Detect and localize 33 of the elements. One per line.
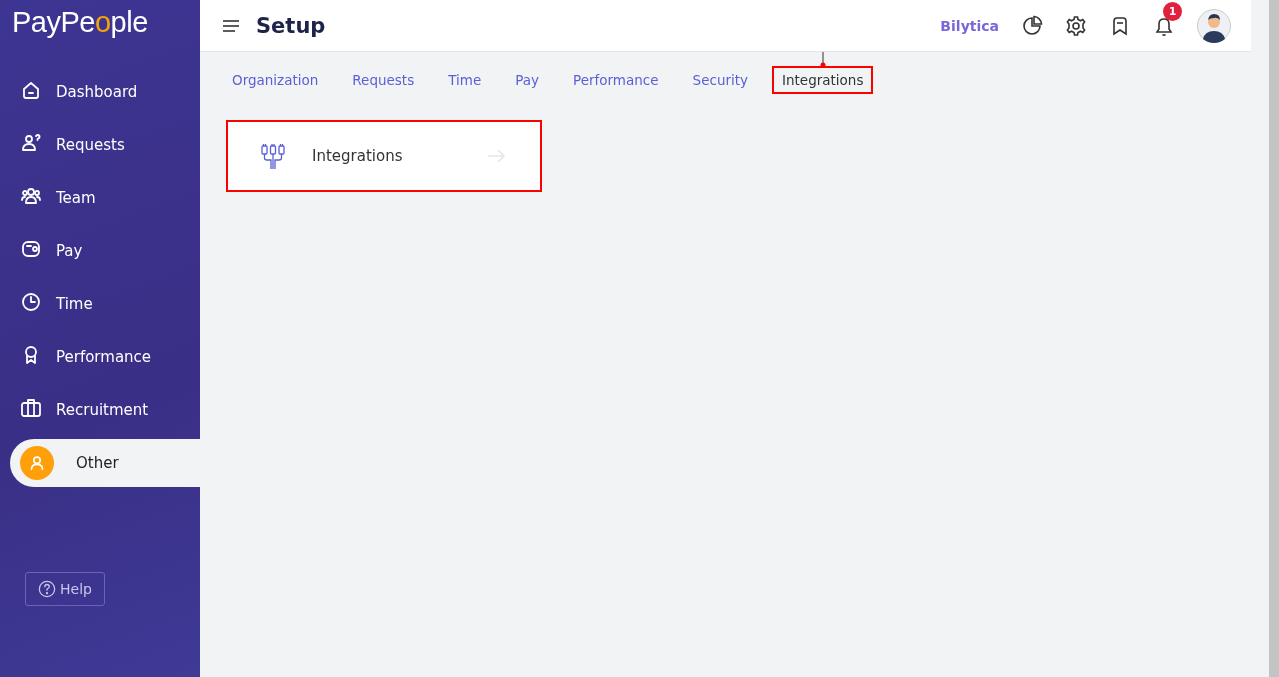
notification-count: 1 — [1163, 1, 1182, 21]
tab[interactable]: Requests — [342, 66, 425, 94]
arrow-right-icon — [486, 148, 506, 164]
tab[interactable]: Organization — [222, 66, 329, 94]
sidebar-item[interactable]: Team — [0, 171, 200, 224]
sidebar-item[interactable]: Requests — [0, 118, 200, 171]
sidebar-item[interactable]: Recruitment — [0, 383, 200, 436]
tab[interactable]: Pay — [505, 66, 550, 94]
request-icon — [20, 131, 42, 154]
logo: PayPeople — [12, 6, 148, 39]
page-title: Setup — [256, 13, 326, 38]
sidebar-item[interactable]: Dashboard — [0, 65, 200, 118]
pie-chart-icon[interactable] — [1021, 14, 1043, 37]
tab[interactable]: Integrations — [772, 66, 874, 94]
integration-card[interactable]: Integrations — [226, 120, 542, 192]
sidebar-item[interactable]: Pay — [0, 224, 200, 277]
sidebar-item[interactable]: Other — [10, 439, 200, 487]
briefcase-icon — [20, 396, 42, 419]
pointer-line — [819, 52, 826, 68]
avatar[interactable] — [1197, 8, 1231, 43]
plug-icon — [258, 141, 288, 171]
tab[interactable]: Security — [682, 66, 759, 94]
company-link[interactable]: Bilytica — [940, 17, 999, 34]
scrollbar[interactable] — [1269, 0, 1279, 677]
tab[interactable]: Time — [438, 66, 492, 94]
sidebar-item[interactable]: Time — [0, 277, 200, 330]
question-icon — [38, 580, 56, 598]
clock-icon — [20, 290, 42, 313]
settings-icon[interactable] — [1065, 14, 1087, 37]
tab[interactable]: Performance — [563, 66, 669, 94]
menu-icon[interactable] — [222, 18, 240, 33]
help-button[interactable]: Help — [25, 572, 105, 606]
sidebar-item[interactable]: Performance — [0, 330, 200, 383]
